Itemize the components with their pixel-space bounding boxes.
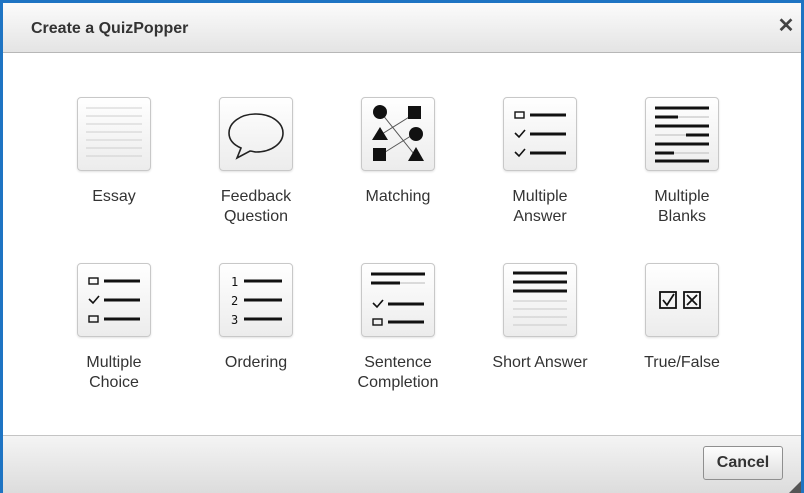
type-multiple-answer[interactable]: Multiple Answer bbox=[480, 97, 600, 227]
multiple-answer-icon bbox=[503, 97, 577, 171]
type-multiple-blanks[interactable]: Multiple Blanks bbox=[622, 97, 742, 227]
close-icon: ✕ bbox=[777, 15, 795, 37]
type-label: Sentence Completion bbox=[357, 354, 439, 391]
essay-icon bbox=[77, 97, 151, 171]
dialog-footer: Cancel bbox=[3, 435, 801, 493]
type-label: Multiple Choice bbox=[86, 354, 142, 391]
type-label: Essay bbox=[92, 188, 136, 205]
dialog-title: Create a QuizPopper bbox=[31, 20, 189, 37]
type-multiple-choice[interactable]: Multiple Choice bbox=[54, 263, 174, 393]
type-true-false[interactable]: True/False bbox=[622, 263, 742, 373]
type-feedback-question[interactable]: Feedback Question bbox=[196, 97, 316, 227]
cancel-button[interactable]: Cancel bbox=[703, 446, 783, 480]
type-essay[interactable]: Essay bbox=[54, 97, 174, 207]
type-label: Multiple Blanks bbox=[654, 188, 710, 225]
close-button[interactable]: ✕ bbox=[775, 15, 797, 37]
matching-icon bbox=[361, 97, 435, 171]
resize-grip-icon[interactable] bbox=[789, 481, 801, 493]
speech-bubble-icon bbox=[219, 97, 293, 171]
svg-text:3: 3 bbox=[231, 313, 238, 327]
true-false-icon bbox=[645, 263, 719, 337]
short-answer-icon bbox=[503, 263, 577, 337]
sentence-completion-icon bbox=[361, 263, 435, 337]
type-label: Multiple Answer bbox=[512, 188, 568, 225]
type-matching[interactable]: Matching bbox=[338, 97, 458, 207]
ordering-icon: 1 2 3 bbox=[219, 263, 293, 337]
multiple-blanks-icon bbox=[645, 97, 719, 171]
svg-text:1: 1 bbox=[231, 275, 238, 289]
question-type-grid: Essay Feedback Question Matching Multipl… bbox=[3, 53, 801, 435]
type-ordering[interactable]: 1 2 3 Ordering bbox=[196, 263, 316, 373]
multiple-choice-icon bbox=[77, 263, 151, 337]
type-label: Feedback Question bbox=[220, 188, 292, 225]
type-label: Short Answer bbox=[492, 354, 588, 371]
type-label: Ordering bbox=[224, 354, 288, 371]
type-label: True/False bbox=[644, 354, 720, 371]
svg-text:2: 2 bbox=[231, 294, 238, 308]
type-short-answer[interactable]: Short Answer bbox=[480, 263, 600, 373]
quizpopper-dialog: Create a QuizPopper ✕ Essay Feedback Que… bbox=[0, 0, 804, 493]
type-sentence-completion[interactable]: Sentence Completion bbox=[338, 263, 458, 393]
type-label: Matching bbox=[365, 188, 431, 205]
dialog-titlebar: Create a QuizPopper ✕ bbox=[3, 3, 801, 53]
